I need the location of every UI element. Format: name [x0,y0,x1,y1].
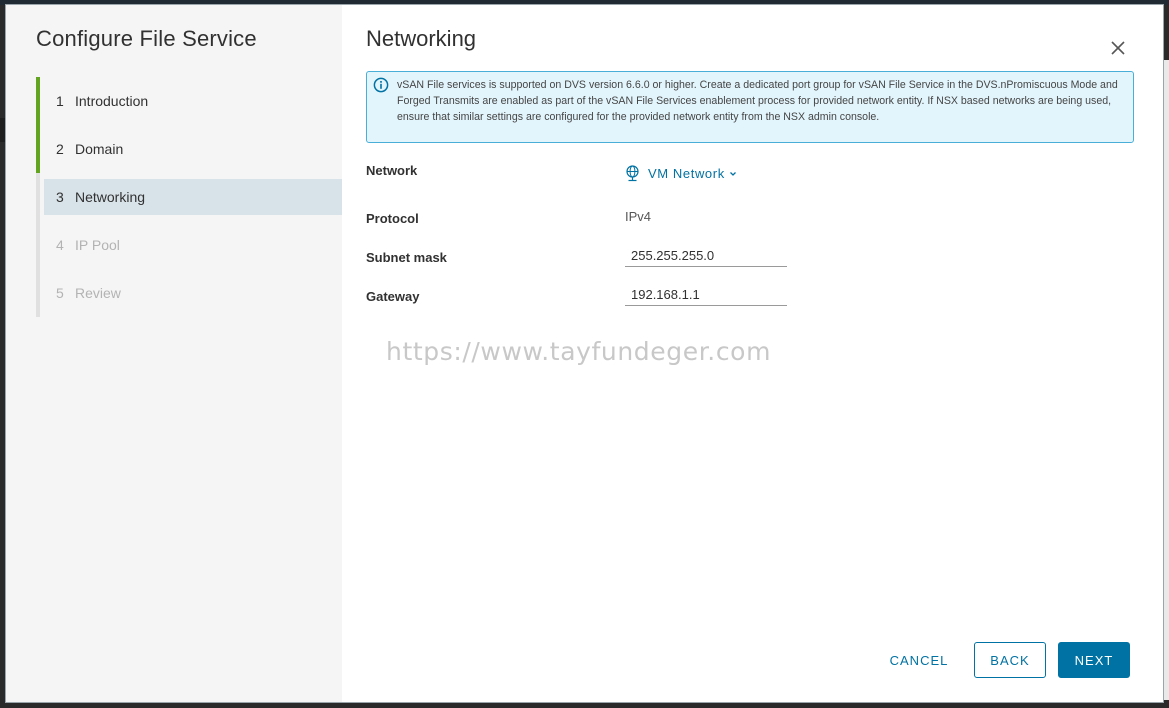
wizard-content: Networking vSAN File services is support… [342,5,1163,702]
protocol-label: Protocol [366,211,419,226]
chevron-down-icon [729,171,736,176]
step-ip-pool: 4 IP Pool [36,221,342,269]
network-label: Network [366,163,418,178]
step-review: 5 Review [36,269,342,317]
step-networking[interactable]: 3 Networking [36,173,342,221]
step-label: Introduction [75,93,149,109]
cancel-button[interactable]: CANCEL [874,642,964,678]
info-alert: vSAN File services is supported on DVS v… [366,71,1134,143]
step-number: 5 [56,285,64,301]
gateway-input[interactable] [625,284,787,306]
info-circle-icon [373,77,389,93]
step-label: Review [75,285,121,301]
wizard-navigation: Configure File Service 1 Introduction 2 … [6,5,342,702]
info-alert-text: vSAN File services is supported on DVS v… [397,79,1118,123]
step-label: IP Pool [75,237,120,253]
step-number: 2 [56,141,64,157]
step-label: Networking [75,189,146,205]
step-number: 3 [56,189,64,205]
step-domain[interactable]: 2 Domain [36,125,342,173]
network-dropdown[interactable]: VM Network [625,165,737,182]
subnet-mask-input[interactable] [625,245,787,267]
close-icon[interactable] [1108,38,1128,58]
next-button[interactable]: NEXT [1058,642,1130,678]
wizard-title: Configure File Service [36,26,257,51]
network-globe-icon [626,165,639,182]
subnet-mask-label: Subnet mask [366,250,447,265]
network-dropdown-value: VM Network [648,166,725,181]
step-introduction[interactable]: 1 Introduction [36,77,342,125]
protocol-value: IPv4 [625,209,652,224]
page-title: Networking [366,26,477,51]
wizard-steps: 1 Introduction 2 Domain 3 Networking 4 I… [36,77,342,317]
step-number: 1 [56,93,64,109]
configure-file-service-dialog: Configure File Service 1 Introduction 2 … [5,4,1164,703]
back-button[interactable]: BACK [974,642,1046,678]
watermark-url: https://www.tayfundeger.com [386,337,772,366]
step-label: Domain [75,141,124,157]
step-number: 4 [56,237,64,253]
gateway-label: Gateway [366,289,420,304]
